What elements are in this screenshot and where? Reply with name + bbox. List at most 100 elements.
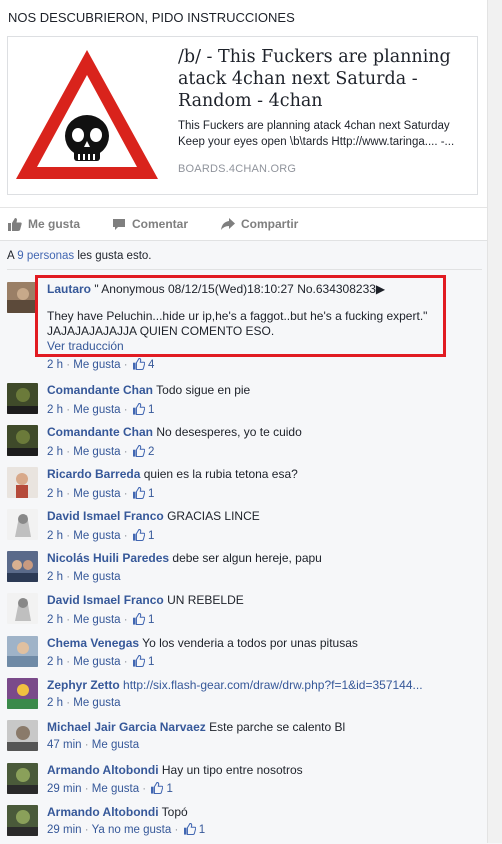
comment-like-button[interactable]: Me gusta xyxy=(73,571,120,583)
likers-link[interactable]: 9 personas xyxy=(17,250,74,262)
comment-like-button[interactable]: Me gusta xyxy=(73,656,120,668)
comment-like-button[interactable]: Me gusta xyxy=(92,739,139,751)
comment-author[interactable]: Comandante Chan xyxy=(47,425,153,439)
like-count-icon xyxy=(132,613,145,625)
comment-body: Ricardo Barreda quien es la rubia tetona… xyxy=(47,467,477,482)
like-button-label: Me gusta xyxy=(28,217,81,231)
comment-like-count[interactable]: 1 xyxy=(167,783,173,795)
comment-time[interactable]: 2 h xyxy=(47,488,63,500)
post-text: NOS DESCUBRIERON, PIDO INSTRUCCIONES xyxy=(8,10,295,25)
avatar[interactable] xyxy=(7,593,38,624)
comment-like-button[interactable]: Me gusta xyxy=(73,488,120,500)
likes-summary: A 9 personas les gusta esto. xyxy=(7,250,152,262)
comment-meta: 2 h · Me gusta · 1 xyxy=(47,613,155,626)
comment-time[interactable]: 47 min xyxy=(47,739,82,751)
avatar[interactable] xyxy=(7,425,38,456)
comment-button-label: Comentar xyxy=(132,217,189,231)
avatar[interactable] xyxy=(7,763,38,794)
comment-author[interactable]: Comandante Chan xyxy=(47,383,153,397)
avatar[interactable] xyxy=(7,509,38,540)
comment-like-button[interactable]: Me gusta xyxy=(73,446,120,458)
comment-text: quien es la rubia tetona esa? xyxy=(143,467,298,481)
like-count-icon xyxy=(132,445,145,457)
comment-meta: 2 h · Me gusta · 1 xyxy=(47,529,155,542)
comment-meta: 47 min · Me gusta xyxy=(47,739,140,751)
comment-time[interactable]: 2 h xyxy=(47,359,63,371)
comment-author[interactable]: Zephyr Zetto xyxy=(47,678,120,692)
avatar[interactable] xyxy=(7,551,38,582)
comment-like-button[interactable]: Me gusta xyxy=(73,614,120,626)
comment-time[interactable]: 2 h xyxy=(47,656,63,668)
avatar[interactable] xyxy=(7,467,38,498)
comment-text: GRACIAS LINCE xyxy=(167,509,260,523)
comment-time[interactable]: 2 h xyxy=(47,697,63,709)
comment-body: Chema Venegas Yo los venderia a todos po… xyxy=(47,636,477,651)
comment-button[interactable]: Comentar xyxy=(112,217,188,231)
like-count-icon xyxy=(132,655,145,667)
like-count-icon xyxy=(132,358,145,370)
comment-meta: 2 h · Me gusta · 2 xyxy=(47,445,155,458)
comment-meta: 29 min · Me gusta · 1 xyxy=(47,782,173,795)
avatar[interactable] xyxy=(7,805,38,836)
comment-time[interactable]: 2 h xyxy=(47,571,63,583)
skull-warning-icon[interactable] xyxy=(8,37,167,194)
avatar[interactable] xyxy=(7,636,38,667)
comment-meta: 2 h · Me gusta xyxy=(47,697,121,709)
link-preview-card[interactable]: /b/ - This Fuckers are planning atack 4c… xyxy=(7,36,478,195)
avatar[interactable] xyxy=(7,282,38,313)
comment-author[interactable]: Nicolás Huili Paredes xyxy=(47,551,169,565)
highlight-box xyxy=(35,275,446,357)
comment-author[interactable]: Chema Venegas xyxy=(47,636,139,650)
comment-like-button[interactable]: Me gusta xyxy=(92,783,139,795)
like-count-icon xyxy=(132,529,145,541)
link-title[interactable]: /b/ - This Fuckers are planning atack 4c… xyxy=(178,46,470,112)
comment-author[interactable]: David Ismael Franco xyxy=(47,509,164,523)
comment-like-count[interactable]: 1 xyxy=(148,404,154,416)
like-button[interactable]: Me gusta xyxy=(8,217,80,231)
comment-like-count[interactable]: 1 xyxy=(148,530,154,542)
comment-meta: 2 h · Me gusta xyxy=(47,571,121,583)
scrollbar[interactable] xyxy=(487,0,502,843)
comment-text: Hay un tipo entre nosotros xyxy=(161,763,303,777)
comment-meta: 2 h · Me gusta · 1 xyxy=(47,487,155,500)
avatar[interactable] xyxy=(7,383,38,414)
comment-body: Comandante Chan No desesperes, yo te cui… xyxy=(47,425,477,440)
comment-meta: 2 h · Me gusta · 1 xyxy=(47,655,155,668)
comment-body: Nicolás Huili Paredes debe ser algun her… xyxy=(47,551,477,566)
comment-like-count[interactable]: 4 xyxy=(148,359,154,371)
comment-meta: 2 h · Me gusta · 1 xyxy=(47,403,155,416)
comment-like-count[interactable]: 1 xyxy=(148,488,154,500)
comment-like-count[interactable]: 1 xyxy=(148,656,154,668)
comment-body: Armando Altobondi Topó xyxy=(47,805,477,820)
comment-body: David Ismael Franco GRACIAS LINCE xyxy=(47,509,477,524)
comment-like-count[interactable]: 1 xyxy=(199,824,205,836)
link-description-line: This Fuckers are planning atack 4chan ne… xyxy=(178,120,450,132)
avatar[interactable] xyxy=(7,678,38,709)
comment-like-button[interactable]: Me gusta xyxy=(73,530,120,542)
comment-body: David Ismael Franco UN REBELDE xyxy=(47,593,477,608)
comment-like-button[interactable]: Me gusta xyxy=(73,404,120,416)
comment-author[interactable]: Armando Altobondi xyxy=(47,763,159,777)
comment-author[interactable]: Michael Jair Garcia Narvaez xyxy=(47,720,206,734)
comment-time[interactable]: 29 min xyxy=(47,824,82,836)
comment-body: Michael Jair Garcia Narvaez Este parche … xyxy=(47,720,477,735)
share-button[interactable]: Compartir xyxy=(221,217,298,231)
comment-like-count[interactable]: 2 xyxy=(148,446,154,458)
avatar[interactable] xyxy=(7,720,38,751)
comment-time[interactable]: 2 h xyxy=(47,530,63,542)
comment-time[interactable]: 2 h xyxy=(47,614,63,626)
comment-unlike-button[interactable]: Ya no me gusta xyxy=(92,824,172,836)
comment-author[interactable]: David Ismael Franco xyxy=(47,593,164,607)
link-domain: BOARDS.4CHAN.ORG xyxy=(178,163,297,175)
comment-author[interactable]: Armando Altobondi xyxy=(47,805,159,819)
comment-time[interactable]: 29 min xyxy=(47,783,82,795)
link-description: This Fuckers are planning atack 4chan ne… xyxy=(178,118,470,150)
comment-body: Zephyr Zetto http://six.flash-gear.com/d… xyxy=(47,678,477,693)
comment-time[interactable]: 2 h xyxy=(47,446,63,458)
comment-link[interactable]: http://six.flash-gear.com/draw/drw.php?f… xyxy=(123,678,423,692)
comment-time[interactable]: 2 h xyxy=(47,404,63,416)
comment-like-button[interactable]: Me gusta xyxy=(73,697,120,709)
comment-like-count[interactable]: 1 xyxy=(148,614,154,626)
comment-author[interactable]: Ricardo Barreda xyxy=(47,467,140,481)
comment-like-button[interactable]: Me gusta xyxy=(73,359,120,371)
